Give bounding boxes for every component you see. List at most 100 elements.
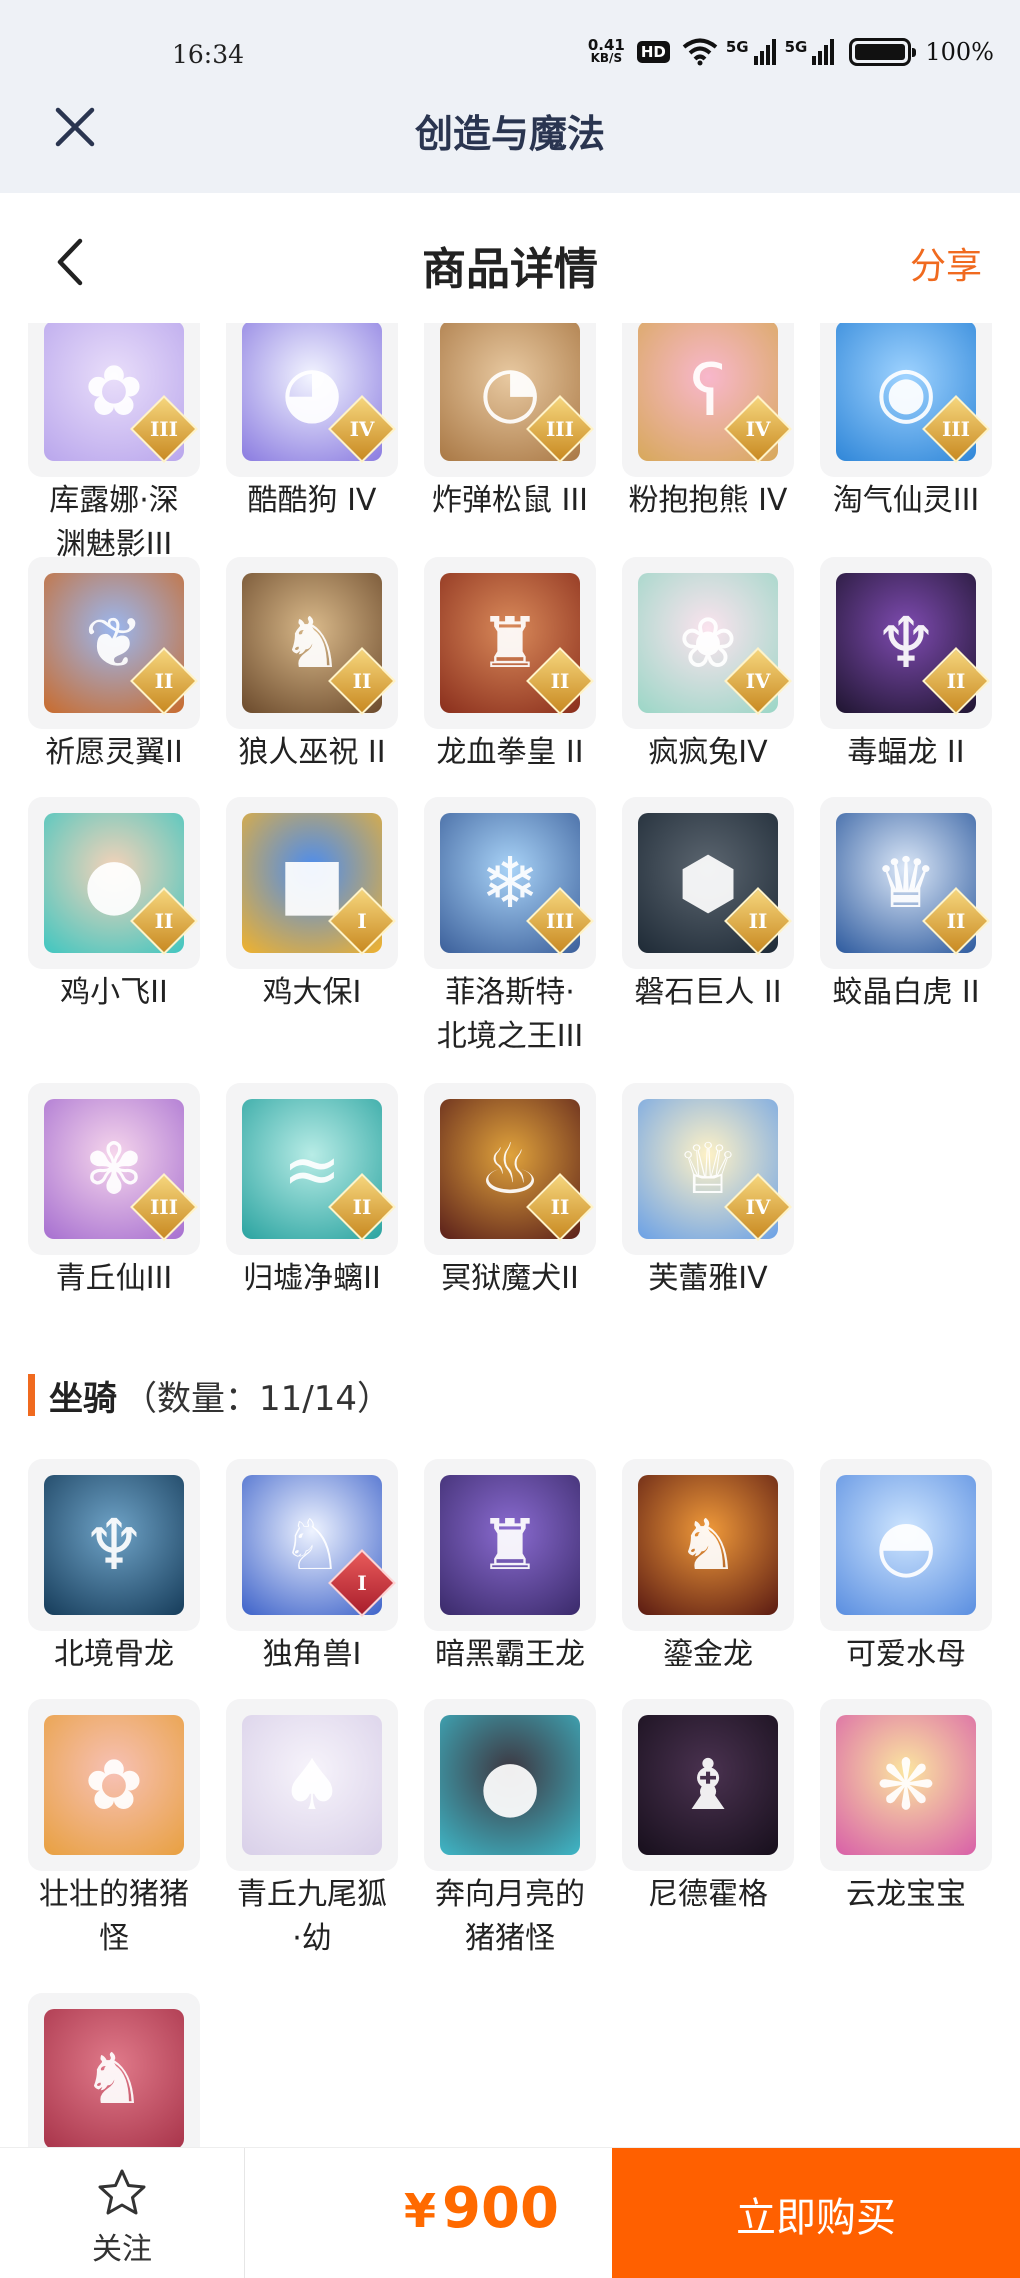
mount-item[interactable]: ♞ bbox=[28, 1993, 200, 2147]
follow-label: 关注 bbox=[92, 2232, 152, 2267]
rank-label: II bbox=[154, 669, 174, 693]
share-button[interactable]: 分享 bbox=[910, 237, 982, 289]
mount-item[interactable]: ♆ 北境骨龙 bbox=[28, 1459, 200, 1677]
pet-item[interactable]: ⬢ II 磐石巨人 II bbox=[622, 797, 794, 1015]
pet-name: 龙血拳皇 II bbox=[436, 735, 584, 770]
mount-image: ✿ bbox=[44, 1715, 184, 1855]
mount-thumbnail: ◓ bbox=[820, 1459, 992, 1631]
mount-item[interactable]: ❋ 云龙宝宝 bbox=[820, 1699, 992, 1917]
mount-thumbnail: ♜ bbox=[424, 1459, 596, 1631]
mount-item[interactable]: ◓ 可爱水母 bbox=[820, 1459, 992, 1677]
pet-name: 芙蕾雅IV bbox=[648, 1261, 768, 1296]
pet-name: 磐石巨人 II bbox=[634, 975, 782, 1010]
mount-image: ♞ bbox=[44, 2009, 184, 2147]
mount-name: 青丘九尾狐 ·幼 bbox=[237, 1877, 387, 1956]
mount-name: 尼德霍格 bbox=[648, 1877, 768, 1912]
pet-item[interactable]: ◔ III 炸弹松鼠 III bbox=[424, 323, 596, 523]
pet-item[interactable]: ♆ II 毒蝠龙 II bbox=[820, 557, 992, 775]
pet-item[interactable]: ≈ II 归墟净螭II bbox=[226, 1083, 398, 1301]
mount-glyph: ✿ bbox=[84, 1744, 144, 1826]
item-list[interactable]: ✿ III 库露娜·深 渊魅影III ◕ IV 酷酷狗 IV ◔ III 炸弹松鼠 III ʕ IV 粉… bbox=[0, 323, 1020, 2147]
mount-item[interactable]: ♠ 青丘九尾狐 ·幼 bbox=[226, 1699, 398, 1961]
pet-item[interactable]: ■ I 鸡大保I bbox=[226, 797, 398, 1015]
currency-symbol: ¥ bbox=[404, 2184, 437, 2238]
follow-button[interactable]: 关注 bbox=[60, 2168, 184, 2268]
battery-fill bbox=[855, 44, 906, 60]
mount-glyph: ♆ bbox=[82, 1504, 146, 1586]
star-icon bbox=[98, 2169, 146, 2215]
pet-item[interactable]: ♛ II 蛟晶白虎 II bbox=[820, 797, 992, 1015]
pet-item[interactable]: ◉ III 淘气仙灵III bbox=[820, 323, 992, 523]
pet-item[interactable]: ❦ II 祈愿灵翼II bbox=[28, 557, 200, 775]
mount-item[interactable]: ✿ 壮壮的猪猪怪 bbox=[28, 1699, 200, 1961]
pet-item[interactable]: ❄ III 菲洛斯特· 北境之王III bbox=[424, 797, 596, 1059]
pet-thumbnail: ■ I bbox=[226, 797, 398, 969]
pet-name: 鸡小飞II bbox=[60, 975, 168, 1010]
mount-glyph: ❋ bbox=[876, 1744, 936, 1826]
pet-thumbnail: ♨ II bbox=[424, 1083, 596, 1255]
pet-item[interactable]: ʕ IV 粉抱抱熊 IV bbox=[622, 323, 794, 523]
pet-thumbnail: ✿ III bbox=[28, 323, 200, 477]
mount-thumbnail: ♘ I bbox=[226, 1459, 398, 1631]
mount-item[interactable]: ● 奔向月亮的 猪猪怪 bbox=[424, 1699, 596, 1961]
mount-item[interactable]: ♜ 暗黑霸王龙 bbox=[424, 1459, 596, 1677]
pet-thumbnail: ♞ II bbox=[226, 557, 398, 729]
mount-thumbnail: ♠ bbox=[226, 1699, 398, 1871]
pet-thumbnail: ♛ II bbox=[820, 797, 992, 969]
rank-label: II bbox=[550, 669, 570, 693]
rank-label: II bbox=[352, 1195, 372, 1219]
section-title: 坐骑 bbox=[49, 1378, 117, 1419]
pet-item[interactable]: ❀ IV 疯疯兔IV bbox=[622, 557, 794, 775]
rank-label: I bbox=[357, 909, 367, 933]
pet-thumbnail: ≈ II bbox=[226, 1083, 398, 1255]
pet-item[interactable]: ✿ III 库露娜·深 渊魅影III bbox=[28, 323, 200, 567]
rank-label: III bbox=[941, 417, 971, 441]
wifi-icon bbox=[682, 38, 718, 66]
rank-label: III bbox=[149, 417, 179, 441]
app-title: 创造与魔法 bbox=[414, 112, 605, 156]
status-icons: 0.41 KB/S HD 5G 5G 100% bbox=[588, 38, 994, 66]
pet-name: 鸡大保I bbox=[262, 975, 362, 1010]
pet-item[interactable]: ✾ III 青丘仙III bbox=[28, 1083, 200, 1301]
mount-name: 壮壮的猪猪怪 bbox=[39, 1877, 189, 1956]
rank-label: III bbox=[545, 909, 575, 933]
mount-thumbnail: ● bbox=[424, 1699, 596, 1871]
mount-item[interactable]: ♘ I 独角兽I bbox=[226, 1459, 398, 1677]
mounts-section-header: 坐骑 （数量：11/14） bbox=[28, 1373, 391, 1419]
pet-thumbnail: ◉ III bbox=[820, 323, 992, 477]
mount-glyph: ♞ bbox=[82, 2038, 146, 2120]
rank-label: III bbox=[545, 417, 575, 441]
mount-image: ● bbox=[440, 1715, 580, 1855]
pet-item[interactable]: ● II 鸡小飞II bbox=[28, 797, 200, 1015]
pet-item[interactable]: ♞ II 狼人巫祝 II bbox=[226, 557, 398, 775]
pet-item[interactable]: ◕ IV 酷酷狗 IV bbox=[226, 323, 398, 523]
battery-percent: 100% bbox=[925, 38, 994, 66]
rank-label: II bbox=[946, 909, 966, 933]
mount-name: 奔向月亮的 猪猪怪 bbox=[435, 1877, 585, 1956]
rank-label: IV bbox=[745, 1195, 771, 1219]
pet-name: 炸弹松鼠 III bbox=[431, 483, 589, 518]
mount-image: ♞ bbox=[638, 1475, 778, 1615]
mount-name: 独角兽I bbox=[262, 1637, 362, 1672]
mount-item[interactable]: ♞ 鎏金龙 bbox=[622, 1459, 794, 1677]
buy-now-button[interactable]: 立即购买 bbox=[612, 2148, 1020, 2278]
rank-label: IV bbox=[349, 417, 375, 441]
pet-item[interactable]: ♜ II 龙血拳皇 II bbox=[424, 557, 596, 775]
mount-glyph: ♝ bbox=[676, 1744, 740, 1826]
net-speed: 0.41 KB/S bbox=[588, 38, 625, 65]
mount-glyph: ♠ bbox=[280, 1744, 344, 1826]
price: ¥900 bbox=[404, 2176, 559, 2241]
signal-icon-2 bbox=[812, 39, 835, 65]
mount-glyph: ♜ bbox=[478, 1504, 542, 1586]
mount-image: ♝ bbox=[638, 1715, 778, 1855]
pet-item[interactable]: ♕ IV 芙蕾雅IV bbox=[622, 1083, 794, 1301]
mount-item[interactable]: ♝ 尼德霍格 bbox=[622, 1699, 794, 1917]
section-accent-bar bbox=[28, 1374, 35, 1416]
hd-badge: HD bbox=[636, 41, 670, 63]
pet-thumbnail: ❄ III bbox=[424, 797, 596, 969]
pet-item[interactable]: ♨ II 冥狱魔犬II bbox=[424, 1083, 596, 1301]
mount-glyph: ● bbox=[479, 1744, 541, 1826]
pet-thumbnail: ʕ IV bbox=[622, 323, 794, 477]
pet-thumbnail: ✾ III bbox=[28, 1083, 200, 1255]
mount-image: ♜ bbox=[440, 1475, 580, 1615]
